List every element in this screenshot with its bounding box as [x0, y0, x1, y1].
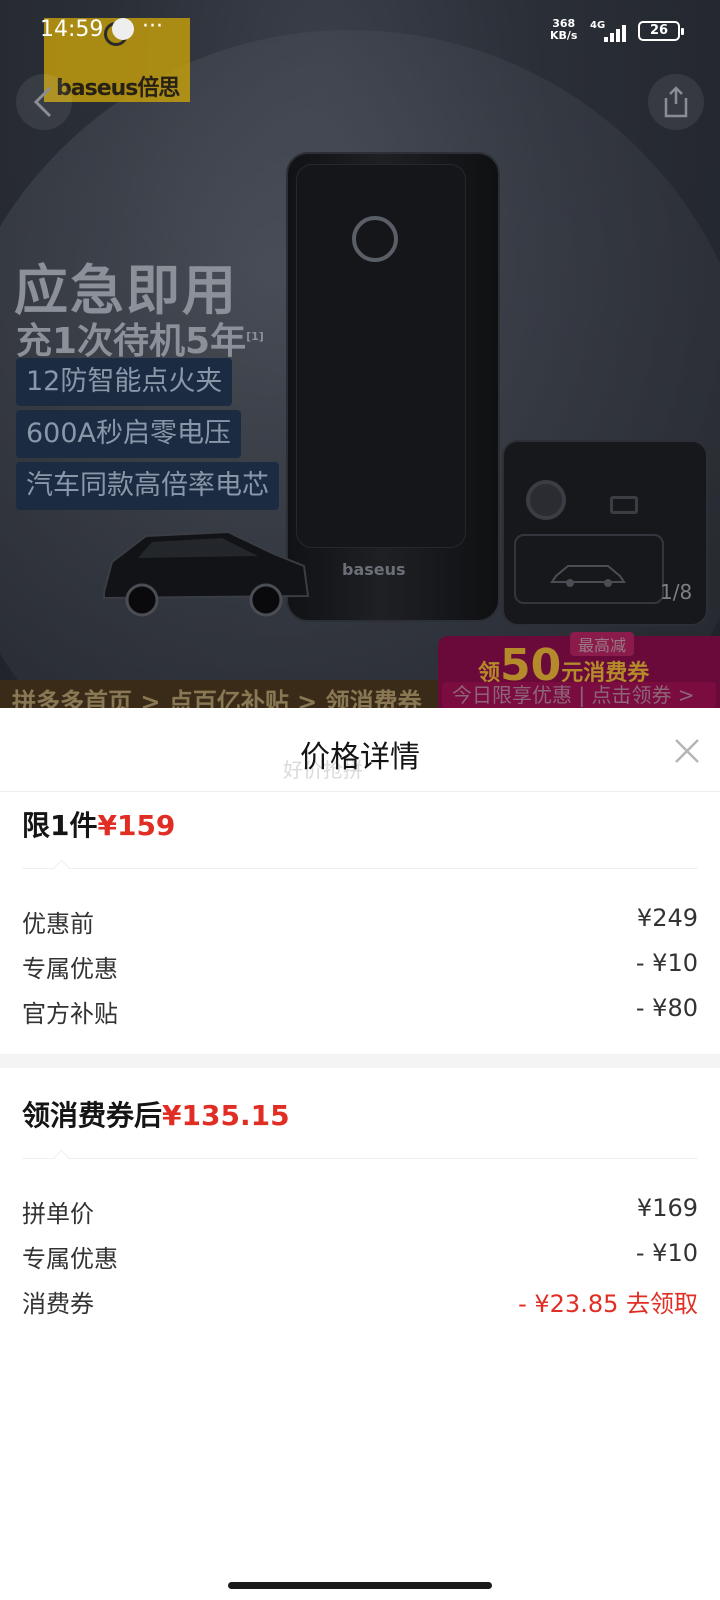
price-row-official-subsidy: 官方补贴 - ¥80: [22, 994, 698, 1030]
section-divider: [22, 868, 698, 869]
share-icon: [664, 86, 688, 118]
chevron-left-icon: [33, 86, 52, 118]
row-label: 官方补贴: [22, 1000, 118, 1028]
jump-starter-device-image: baseus: [286, 152, 500, 622]
signal-icon: [604, 22, 630, 42]
row-label: 专属优惠: [22, 1245, 118, 1273]
price-row-exclusive-discount: 专属优惠 - ¥10: [22, 1239, 698, 1275]
screen: baseus倍思 应急即用 充1次待机5年[1] 12防智能点火夹 600A秒启…: [0, 0, 720, 1600]
claim-coupon-link[interactable]: - ¥23.85 去领取: [518, 1284, 698, 1319]
device-knob: [526, 480, 566, 520]
section-divider: [22, 1158, 698, 1159]
row-label: 优惠前: [22, 910, 94, 938]
section-price: ¥135.15: [162, 1099, 290, 1132]
suv-car-image: [103, 530, 310, 617]
close-button[interactable]: [672, 736, 702, 766]
share-button[interactable]: [648, 74, 704, 130]
section-gap: [0, 1054, 720, 1068]
car-icon: [550, 565, 626, 587]
slogan-subline: 充1次待机5年[1]: [16, 321, 264, 362]
row-value: - ¥10: [635, 1239, 698, 1267]
row-label: 专属优惠: [22, 955, 118, 983]
feature-tag: 12防智能点火夹: [16, 358, 233, 406]
feature-tag: 600A秒启零电压: [16, 410, 242, 458]
limit-price-section: 限1件¥159: [0, 804, 720, 844]
promo-cta[interactable]: 今日限享优惠 | 点击领券 >: [442, 682, 716, 708]
price-row-original: 优惠前 ¥249: [22, 904, 698, 940]
more-notifications-icon: ···: [142, 14, 163, 39]
row-label: 消费券: [22, 1290, 94, 1318]
device-brand-text: baseus: [342, 560, 406, 579]
row-value: - ¥10: [635, 949, 698, 977]
device-usb-port: [610, 496, 638, 514]
device-car-panel: [514, 534, 664, 604]
notification-app-icon: [112, 18, 134, 40]
close-icon: [675, 739, 699, 763]
price-row-coupon[interactable]: 消费券 - ¥23.85 去领取: [22, 1284, 698, 1320]
row-value: ¥249: [636, 904, 698, 932]
section-title: 领消费券后¥135.15: [22, 1099, 290, 1132]
brand-logo: baseus倍思: [56, 76, 180, 101]
row-label: 拼单价: [22, 1200, 94, 1228]
network-type: 4G: [590, 20, 606, 31]
price-row-group-price: 拼单价 ¥169: [22, 1194, 698, 1230]
battery-icon: 26: [638, 21, 684, 41]
section-price: ¥159: [97, 809, 176, 842]
slogan-footnote-marker: [1]: [246, 330, 264, 343]
home-indicator[interactable]: [228, 1582, 492, 1589]
sheet-header: 好价抢拼 价格详情: [0, 708, 720, 792]
coupon-price-section: 领消费券后¥135.15: [0, 1094, 720, 1134]
promo-nav-steps: 拼多多首页 > 点百亿补贴 > 领消费券: [12, 688, 422, 708]
status-time: 14:59: [40, 17, 104, 42]
row-value: - ¥80: [635, 994, 698, 1022]
status-bar: 14:59 ··· 368 KB/s 4G 26: [0, 0, 720, 64]
section-title: 限1件¥159: [22, 809, 176, 842]
device-power-ring: [352, 216, 398, 262]
back-button[interactable]: [16, 74, 72, 130]
product-image-banner[interactable]: baseus倍思 应急即用 充1次待机5年[1] 12防智能点火夹 600A秒启…: [0, 0, 720, 708]
feature-tag: 汽车同款高倍率电芯: [16, 462, 279, 510]
coupon-promo-banner[interactable]: 最高减 领50元消费券 今日限享优惠 | 点击领券 >: [438, 632, 720, 708]
image-pager-indicator: 1/8: [660, 580, 693, 604]
sheet-title: 价格详情: [300, 740, 420, 775]
network-speed: 368 KB/s: [550, 17, 578, 42]
price-row-exclusive-discount: 专属优惠 - ¥10: [22, 949, 698, 985]
row-value: ¥169: [636, 1194, 698, 1222]
